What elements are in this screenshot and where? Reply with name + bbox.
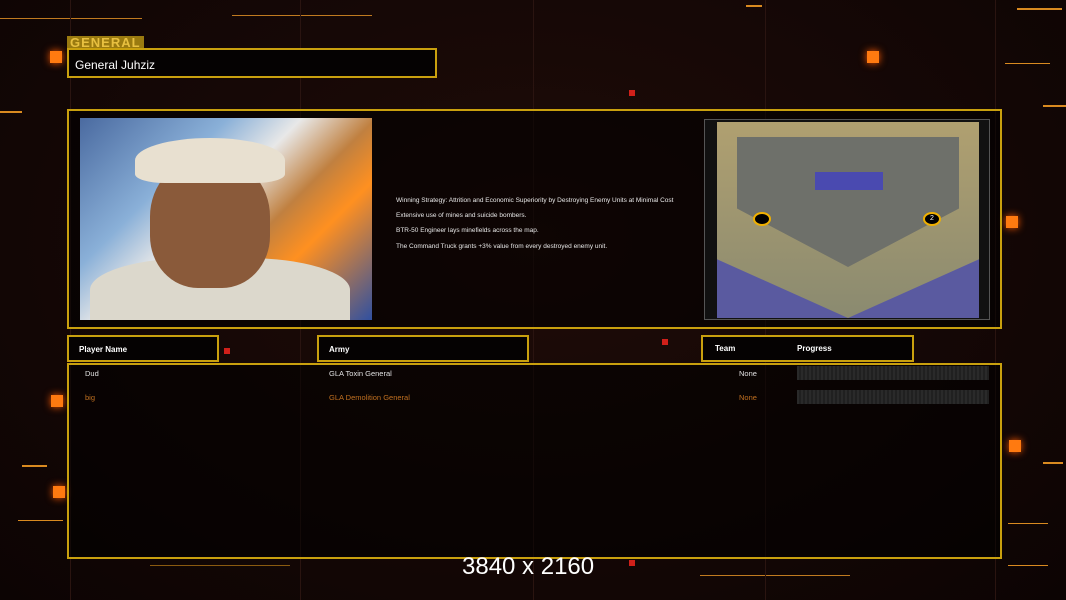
header-army: Army [317,335,529,362]
deco-line [150,565,290,566]
deco-line [0,18,142,19]
deco-square [1006,216,1018,228]
deco-square [51,395,63,407]
progress-bar [797,390,989,404]
deco-line [1005,63,1050,64]
header-team-progress: Team Progress [701,335,914,362]
deco-line [18,520,63,521]
player-team[interactable]: None [739,369,757,378]
deco-line [1008,523,1048,524]
deco-square [867,51,879,63]
deco-square [224,348,230,354]
strategy-line: BTR-50 Engineer lays minefields across t… [396,227,539,235]
player-team[interactable]: None [739,393,757,402]
player-name: Dud [85,369,99,378]
start-position-2[interactable]: 2 [923,212,941,226]
deco-dash [746,5,762,7]
deco-line [1043,462,1063,464]
progress-bar [797,366,989,380]
strategy-line: Extensive use of mines and suicide bombe… [396,212,527,220]
strategy-line: Winning Strategy: Attrition and Economic… [396,197,674,204]
strategy-description: Winning Strategy: Attrition and Economic… [396,193,673,254]
deco-square [1009,440,1021,452]
player-army[interactable]: GLA Demolition General [329,393,410,402]
general-name-field: General Juhziz [67,48,437,78]
deco-square [662,339,668,345]
general-portrait [80,118,372,320]
deco-square [629,560,635,566]
deco-line [0,111,22,113]
deco-dash [1017,8,1062,10]
deco-square [53,486,65,498]
deco-line [700,575,850,576]
map-preview: 2 [704,119,990,320]
player-army[interactable]: GLA Toxin General [329,369,392,378]
header-progress: Progress [797,344,832,353]
player-name: big [85,393,96,402]
deco-line [1043,105,1066,107]
deco-line [22,465,47,467]
map-water [815,172,883,190]
strategy-line: The Command Truck grants +3% value from … [396,242,608,250]
header-player-name: Player Name [67,335,219,362]
resolution-label: 3840 x 2160 [462,553,595,580]
deco-square [629,90,635,96]
map-image: 2 [717,122,979,318]
start-position-1[interactable] [753,212,771,226]
header-team: Team [715,344,736,353]
deco-line [232,15,372,16]
deco-line [1008,565,1048,566]
portrait-turban [135,138,285,183]
deco-square [50,51,62,63]
